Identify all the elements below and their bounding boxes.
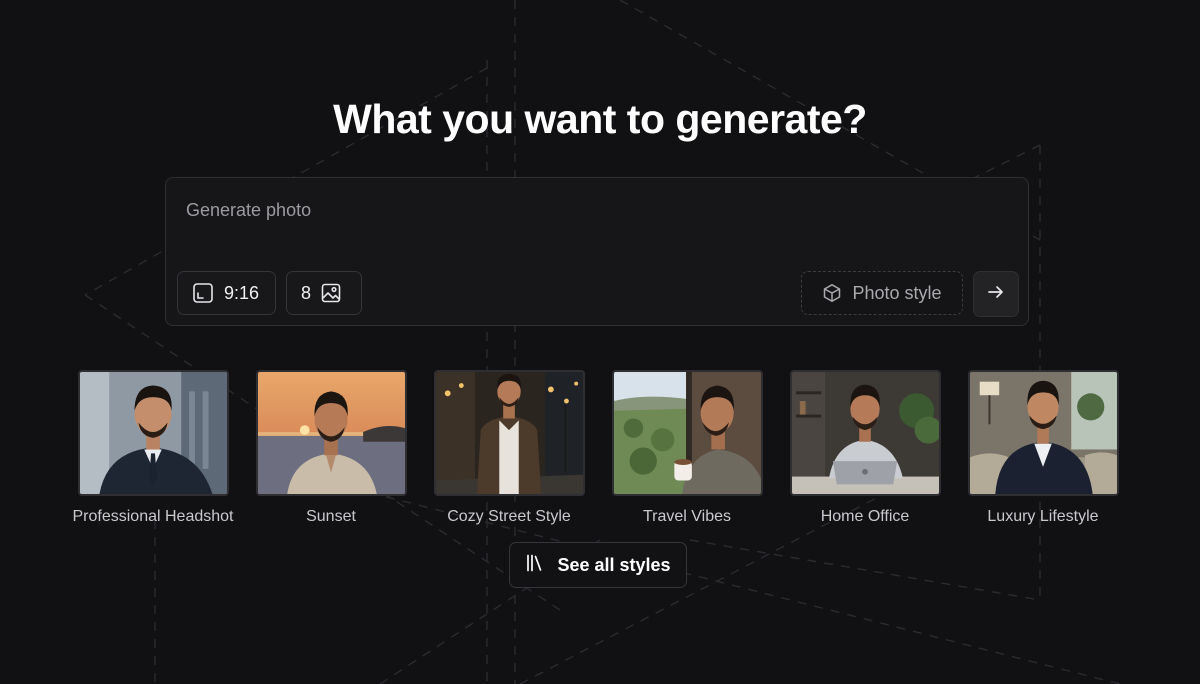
prompt-input[interactable] [186,200,1006,221]
page: What you want to generate? 9:16 8 [0,0,1200,684]
style-card-sunset[interactable]: Sunset [237,370,425,526]
photo-style-button[interactable]: Photo style [801,271,963,315]
aspect-ratio-value: 9:16 [224,282,260,303]
style-thumbnail [77,370,229,496]
style-card-home-office[interactable]: Home Office [771,370,959,526]
send-button[interactable] [973,271,1019,317]
style-card-professional-headshot[interactable]: Professional Headshot [59,370,247,526]
arrow-right-icon [987,283,1005,306]
see-all-styles-label: See all styles [557,554,671,575]
page-title: What you want to generate? [333,96,867,142]
style-label: Cozy Street Style [447,508,571,525]
style-label: Luxury Lifestyle [987,508,1099,525]
style-label: Travel Vibes [642,508,732,525]
see-all-styles-button[interactable]: See all styles [509,542,687,588]
style-thumbnail [967,370,1119,496]
style-card-travel-vibes[interactable]: Travel Vibes [593,370,781,526]
style-label: Professional Headshot [72,508,234,525]
style-card-cozy-street-style[interactable]: Cozy Street Style [415,370,603,526]
style-card-luxury-lifestyle[interactable]: Luxury Lifestyle [949,370,1137,526]
image-count-button[interactable]: 8 [286,271,362,315]
style-label: Sunset [306,508,356,525]
library-icon [525,553,545,578]
cube-icon [822,283,842,303]
image-count-value: 8 [301,282,312,303]
image-icon [321,283,341,303]
style-presets: Professional Headshot Sunset Cozy Street… [59,370,1139,540]
style-thumbnail [789,370,941,496]
style-thumbnail [255,370,407,496]
prompt-panel: 9:16 8 Photo style [165,177,1029,326]
style-thumbnail [433,370,585,496]
aspect-ratio-button[interactable]: 9:16 [177,271,276,315]
crop-frame-icon [192,282,214,304]
photo-style-label: Photo style [852,282,942,303]
style-thumbnail [611,370,763,496]
style-label: Home Office [820,508,910,525]
